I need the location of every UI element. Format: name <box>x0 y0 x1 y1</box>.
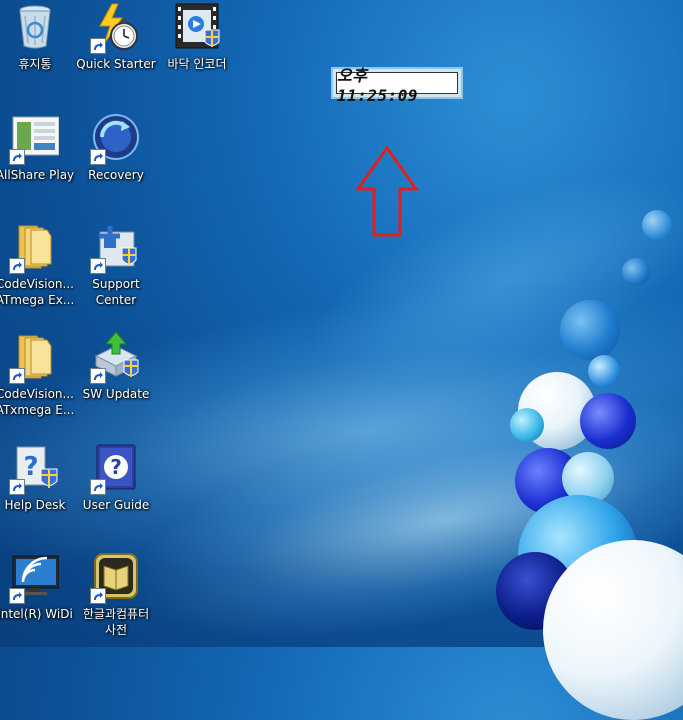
desktop-icon-label: Support <box>92 277 140 291</box>
shortcut-arrow-icon <box>90 479 106 495</box>
desktop-icon-label: 한글과컴퓨터 <box>82 607 150 621</box>
shortcut-arrow-icon <box>90 258 106 274</box>
shortcut-arrow-icon <box>90 149 106 165</box>
video-encoder-icon <box>173 2 221 50</box>
allshare-play-icon <box>9 113 60 165</box>
red-up-arrow-annotation <box>354 145 420 243</box>
support-center-icon <box>90 222 140 274</box>
desktop-icon-video-encoder[interactable]: 바닥 인코더 <box>156 2 238 72</box>
recovery-icon <box>90 113 140 165</box>
desktop-icon-label: CodeVision... <box>0 277 74 291</box>
folder-icon <box>9 222 59 274</box>
desktop-icon-quick-starter[interactable]: Quick Starter <box>75 2 157 72</box>
desktop[interactable]: { "desktop": { "icons": [ {"label": "휴지통… <box>0 0 683 720</box>
widi-icon <box>9 552 60 604</box>
desktop-icon-label: Intel(R) WiDi <box>0 607 73 621</box>
hancom-dictionary-icon <box>90 552 140 604</box>
shortcut-arrow-icon <box>9 149 25 165</box>
shortcut-arrow-icon <box>9 479 25 495</box>
desktop-icon-label: 휴지통 <box>18 57 52 71</box>
shortcut-arrow-icon <box>9 258 25 274</box>
desktop-icon-label: 바닥 인코더 <box>167 57 227 71</box>
user-guide-icon: ? <box>90 443 140 495</box>
desktop-icon-recycle-bin[interactable]: 휴지통 <box>0 2 76 72</box>
shortcut-arrow-icon <box>90 38 106 54</box>
folder-icon <box>9 332 59 384</box>
clock-widget[interactable]: 오후 11:25:09 <box>331 66 463 105</box>
sw-update-icon <box>90 331 140 384</box>
desktop-icon-label-line2: 사전 <box>104 623 128 637</box>
help-desk-icon: ? <box>9 443 59 495</box>
shortcut-arrow-icon <box>90 368 106 384</box>
desktop-icon-label-line2: ATxmega E... <box>0 403 75 417</box>
desktop-icon-label: Recovery <box>88 168 144 182</box>
desktop-icon-label: Help Desk <box>4 498 66 512</box>
desktop-icon-label: User Guide <box>82 498 150 512</box>
desktop-icon-label: AllShare Play <box>0 168 75 182</box>
desktop-icon-label: Quick Starter <box>76 57 156 71</box>
svg-text:?: ? <box>110 455 122 479</box>
desktop-icon-recovery[interactable]: Recovery <box>75 113 157 183</box>
desktop-icon-intel-widi[interactable]: Intel(R) WiDi <box>0 552 76 622</box>
recycle-bin-icon <box>11 2 59 50</box>
desktop-icon-codevision-atmega[interactable]: CodeVision... ATmega Ex... <box>0 222 76 308</box>
shortcut-arrow-icon <box>90 588 106 604</box>
desktop-icon-help-desk[interactable]: ? Help Desk <box>0 443 76 513</box>
desktop-icon-label-line2: Center <box>95 293 137 307</box>
shortcut-arrow-icon <box>9 368 25 384</box>
desktop-icon-hancom-dictionary[interactable]: 한글과컴퓨터 사전 <box>75 552 157 638</box>
desktop-icon-label-line2: ATmega Ex... <box>0 293 75 307</box>
desktop-icon-allshare-play[interactable]: AllShare Play <box>0 113 76 183</box>
clock-time: 오후 11:25:09 <box>336 66 458 105</box>
stopwatch-icon <box>90 2 140 54</box>
desktop-icon-sw-update[interactable]: SW Update <box>75 331 157 402</box>
desktop-icon-label: CodeVision... <box>0 387 74 401</box>
desktop-icon-label: SW Update <box>82 387 150 401</box>
shortcut-arrow-icon <box>9 588 25 604</box>
desktop-icon-codevision-atxmega[interactable]: CodeVision... ATxmega E... <box>0 332 76 418</box>
svg-text:?: ? <box>23 452 38 482</box>
desktop-icon-user-guide[interactable]: ? User Guide <box>75 443 157 513</box>
desktop-icon-support-center[interactable]: Support Center <box>75 222 157 308</box>
